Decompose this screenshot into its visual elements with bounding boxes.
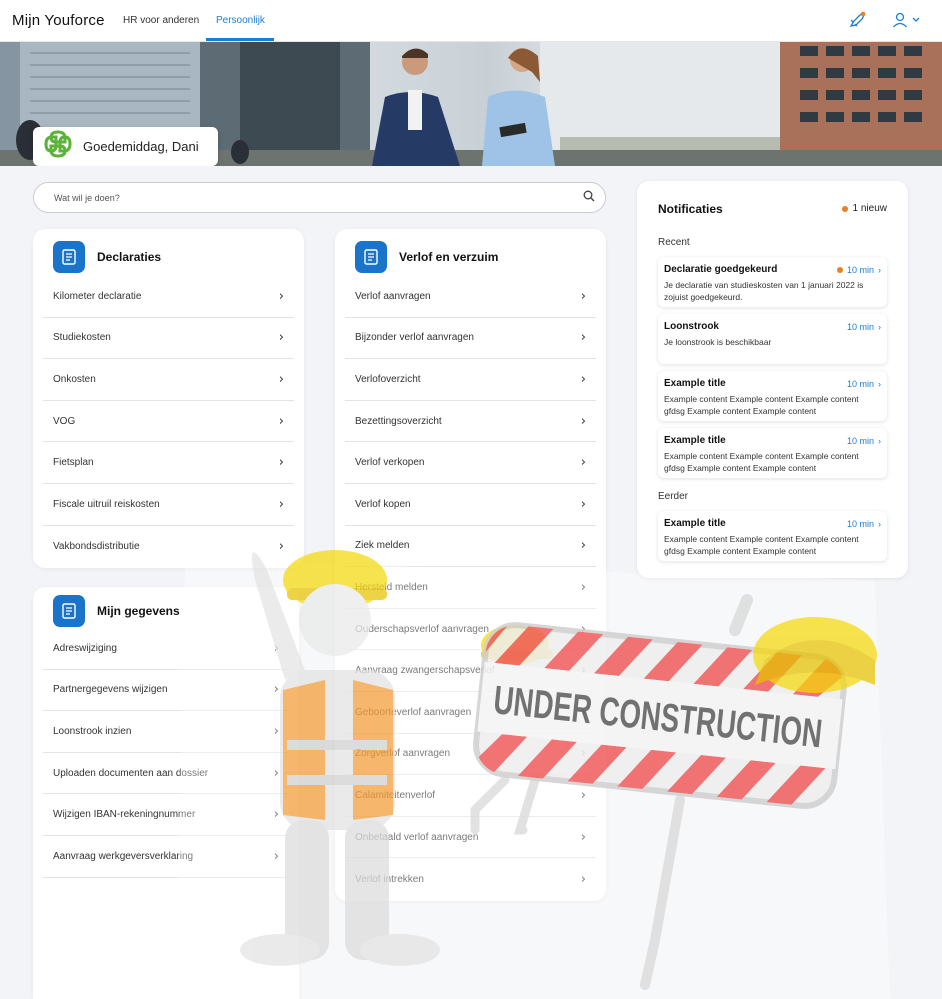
- menu-item-onbetaald-verlof[interactable]: Onbetaald verlof aanvragen ›: [345, 817, 596, 859]
- section-label-recent: Recent: [658, 237, 690, 248]
- menu-item-werkgeversverklaring[interactable]: Aanvraag werkgeversverklaring ›: [43, 836, 289, 878]
- menu-item-verlofoverzicht[interactable]: Verlofoverzicht ›: [345, 359, 596, 401]
- document-icon: [355, 241, 387, 273]
- menu-item-onkosten[interactable]: Onkosten ›: [43, 359, 294, 401]
- card-title: Declaraties: [97, 250, 162, 264]
- card-title: Verlof en verzuim: [399, 250, 499, 264]
- chevron-right-icon: ›: [580, 413, 586, 429]
- notification-item[interactable]: Example title 10 min › Example content Ex…: [658, 511, 887, 561]
- menu-item-fiscale-uitruil[interactable]: Fiscale uitruil reiskosten ›: [43, 484, 294, 526]
- search-bar[interactable]: [33, 182, 606, 213]
- menu-item-calamiteitenverlof[interactable]: Calamiteitenverlof ›: [345, 775, 596, 817]
- notification-item[interactable]: Example title 10 min › Example content Ex…: [658, 428, 887, 478]
- chevron-right-icon: ›: [580, 371, 586, 387]
- hero-banner: Goedemiddag, Dani: [0, 42, 942, 166]
- menu-item-bezettingsoverzicht[interactable]: Bezettingsoverzicht ›: [345, 401, 596, 443]
- notification-item[interactable]: Example title 10 min › Example content Ex…: [658, 371, 887, 421]
- chevron-right-icon: ›: [273, 640, 279, 656]
- chevron-right-icon: ›: [273, 848, 279, 864]
- notifications-panel: Notificaties 1 nieuw Recent Declaratie g…: [637, 181, 908, 578]
- notification-item[interactable]: Declaratie goedgekeurd 10 min › Je declar…: [658, 257, 887, 307]
- card-declaraties: Declaraties Kilometer declaratie › Studie…: [33, 229, 304, 568]
- chevron-right-icon: ›: [273, 807, 279, 823]
- chevron-right-icon: ›: [273, 765, 279, 781]
- menu-item-verlof-verkopen[interactable]: Verlof verkopen ›: [345, 442, 596, 484]
- chevron-down-icon: [912, 17, 920, 22]
- menu-item-zwangerschapsverlof[interactable]: Aanvraag zwangerschapsverlof ›: [345, 650, 596, 692]
- card-title: Mijn gegevens: [97, 604, 180, 618]
- tab-hr-voor-anderen[interactable]: HR voor anderen: [123, 15, 199, 26]
- chevron-right-icon: ›: [278, 371, 284, 387]
- chevron-right-icon: ›: [878, 378, 881, 389]
- chevron-right-icon: ›: [580, 746, 586, 762]
- chevron-right-icon: ›: [878, 435, 881, 446]
- menu-item-partnergegevens[interactable]: Partnergegevens wijzigen ›: [43, 670, 289, 712]
- menu-item-zorgverlof[interactable]: Zorgverlof aanvragen ›: [345, 734, 596, 776]
- chevron-right-icon: ›: [878, 518, 881, 529]
- chevron-right-icon: ›: [278, 496, 284, 512]
- menu-item-vakbondsdistributie[interactable]: Vakbondsdistributie ›: [43, 526, 294, 568]
- chevron-right-icon: ›: [278, 538, 284, 554]
- menu-item-verlof-aanvragen[interactable]: Verlof aanvragen ›: [345, 276, 596, 318]
- chevron-right-icon: ›: [278, 330, 284, 346]
- menu-item-loonstrook-inzien[interactable]: Loonstrook inzien ›: [43, 711, 289, 753]
- menu-item-ouderschapsverlof[interactable]: Ouderschapsverlof aanvragen ›: [345, 609, 596, 651]
- chevron-right-icon: ›: [278, 413, 284, 429]
- card-mijn-gegevens: Mijn gegevens Adreswijziging › Partnergeg…: [33, 587, 299, 999]
- chevron-right-icon: ›: [878, 321, 881, 332]
- brand-logo[interactable]: Mijn Youforce: [12, 12, 105, 29]
- menu-item-uploaden-documenten[interactable]: Uploaden documenten aan dossier ›: [43, 753, 289, 795]
- chevron-right-icon: ›: [273, 723, 279, 739]
- menu-item-fietsplan[interactable]: Fietsplan ›: [43, 442, 294, 484]
- greeting-card: Goedemiddag, Dani: [33, 127, 218, 166]
- chevron-right-icon: ›: [580, 538, 586, 554]
- section-label-eerder: Eerder: [658, 491, 689, 502]
- rocket-icon[interactable]: [848, 11, 866, 29]
- chevron-right-icon: ›: [580, 579, 586, 595]
- chevron-right-icon: ›: [580, 496, 586, 512]
- chevron-right-icon: ›: [580, 455, 586, 471]
- chevron-right-icon: ›: [580, 288, 586, 304]
- card-verlof-en-verzuim: Verlof en verzuim Verlof aanvragen › Bijz…: [335, 229, 606, 901]
- menu-item-verlof-intrekken[interactable]: Verlof intrekken ›: [345, 858, 596, 900]
- document-icon: [53, 595, 85, 627]
- menu-item-hersteld-melden[interactable]: Hersteld melden ›: [345, 567, 596, 609]
- chevron-right-icon: ›: [580, 663, 586, 679]
- chevron-right-icon: ›: [580, 621, 586, 637]
- search-icon[interactable]: [583, 189, 595, 207]
- menu-item-ziek-melden[interactable]: Ziek melden ›: [345, 526, 596, 568]
- menu-item-kilometer-declaratie[interactable]: Kilometer declaratie ›: [43, 276, 294, 318]
- chevron-right-icon: ›: [580, 787, 586, 803]
- chevron-right-icon: ›: [580, 704, 586, 720]
- notifications-title: Notificaties: [658, 202, 723, 216]
- chevron-right-icon: ›: [278, 288, 284, 304]
- menu-item-wijzigen-iban[interactable]: Wijzigen IBAN-rekeningnummer ›: [43, 794, 289, 836]
- chevron-right-icon: ›: [878, 264, 881, 275]
- menu-item-bijzonder-verlof[interactable]: Bijzonder verlof aanvragen ›: [345, 318, 596, 360]
- unread-dot-icon: [841, 205, 848, 212]
- active-tab-indicator: [206, 38, 274, 41]
- tab-persoonlijk[interactable]: Persoonlijk: [216, 15, 265, 26]
- greeting-text: Goedemiddag, Dani: [83, 139, 199, 154]
- chevron-right-icon: ›: [580, 871, 586, 887]
- menu-item-verlof-kopen[interactable]: Verlof kopen ›: [345, 484, 596, 526]
- youforce-logo-icon: [43, 129, 73, 164]
- document-icon: [53, 241, 85, 273]
- menu-item-studiekosten[interactable]: Studiekosten ›: [43, 318, 294, 360]
- menu-item-adreswijziging[interactable]: Adreswijziging ›: [43, 628, 289, 670]
- chevron-right-icon: ›: [273, 682, 279, 698]
- notification-item[interactable]: Loonstrook 10 min › Je loonstrook is besc…: [658, 314, 887, 364]
- chevron-right-icon: ›: [580, 330, 586, 346]
- menu-item-geboorteverlof[interactable]: Geboorteverlof aanvragen ›: [345, 692, 596, 734]
- search-input[interactable]: [54, 192, 583, 203]
- user-menu-icon[interactable]: [892, 12, 920, 28]
- unread-dot-icon: [836, 266, 843, 273]
- new-count-badge: 1 nieuw: [841, 203, 887, 214]
- top-navigation: Mijn Youforce HR voor anderen Persoonlij…: [0, 0, 942, 42]
- chevron-right-icon: ›: [278, 455, 284, 471]
- menu-item-vog[interactable]: VOG ›: [43, 401, 294, 443]
- chevron-right-icon: ›: [580, 829, 586, 845]
